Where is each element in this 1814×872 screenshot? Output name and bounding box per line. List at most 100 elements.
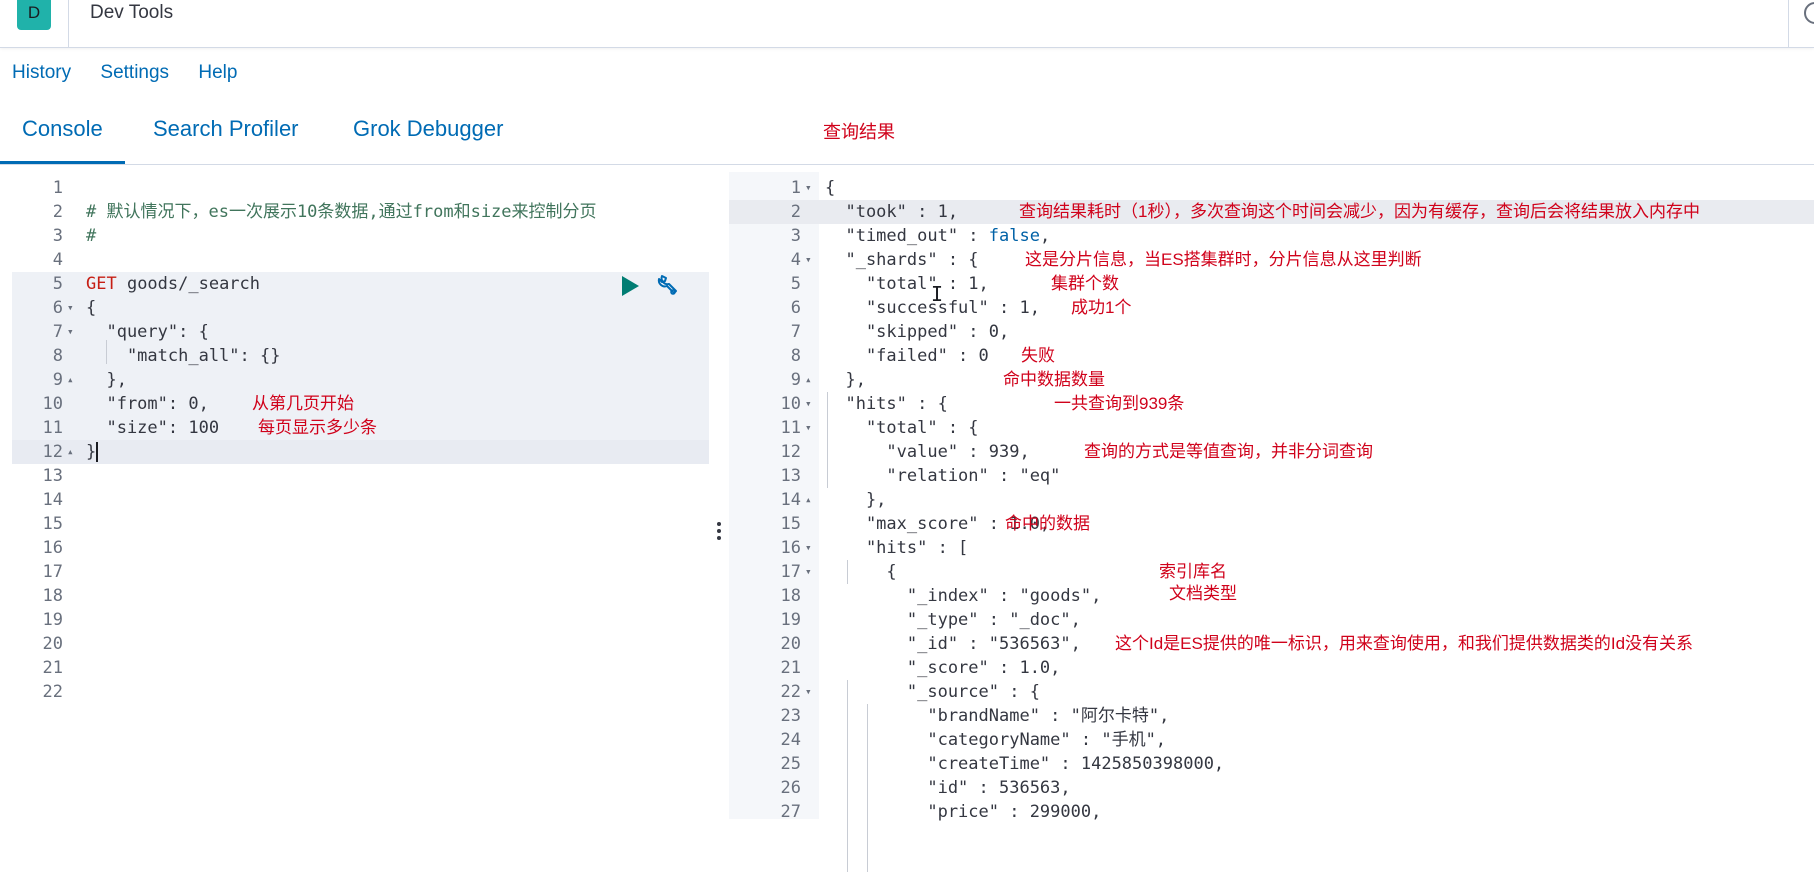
response-line: 18 "_index" : "goods", <box>729 584 1814 608</box>
fold-toggle[interactable]: ▾ <box>805 536 812 560</box>
code-segment: , <box>1039 226 1051 246</box>
response-viewer[interactable]: 1 ▾{2 "took" : 1, 3 "timed_out" : false, 4 ▾… <box>729 172 1814 872</box>
code-segment: }, <box>825 490 887 510</box>
response-line: 10 ▾ "hits" : { <box>729 392 1814 416</box>
send-request-play-icon[interactable] <box>622 276 639 296</box>
code-segment: "_id" : "536563", <box>825 634 1081 654</box>
line-number: 9 <box>790 370 801 390</box>
code-segment: "_source" : { <box>825 682 1040 702</box>
response-line: 5 "total" : 1, <box>729 272 1814 296</box>
pane-resizer[interactable] <box>715 172 723 819</box>
code-segment: "relation" : "eq" <box>825 466 1061 486</box>
code-line: "match_all": {} <box>86 346 281 366</box>
line-number: 3 <box>52 226 63 246</box>
code-text: "value" : 939, <box>825 440 1029 464</box>
tab-grok-debugger[interactable]: Grok Debugger <box>353 116 503 163</box>
line-number: 17 <box>42 562 63 582</box>
line-number: 21 <box>42 658 63 678</box>
code-text: "_index" : "goods", <box>825 584 1101 608</box>
line-number: 14 <box>42 490 63 510</box>
help-icon[interactable] <box>1804 2 1814 24</box>
fold-toggle[interactable]: ▾ <box>805 560 812 584</box>
annotation-from: 从第几页开始 <box>252 394 354 414</box>
code-text: "createTime" : 1425850398000, <box>825 752 1224 776</box>
line-number: 11 <box>42 418 63 438</box>
line-number: 13 <box>42 466 63 486</box>
indent-guide <box>847 680 848 872</box>
code-text: }, <box>825 488 886 512</box>
line-number: 24 <box>780 730 801 750</box>
response-line: 27 "price" : 299000, <box>729 800 1814 824</box>
line-number: 21 <box>780 658 801 678</box>
line-number: 7 <box>790 322 801 342</box>
response-line: 24 "categoryName" : "手机", <box>729 728 1814 752</box>
response-line: 1 ▾ { <box>729 176 1814 200</box>
annotation-failed: 失败 <box>1021 346 1055 365</box>
fold-toggle[interactable]: ▴ <box>805 488 812 512</box>
response-line: 6 "successful" : 1, <box>729 296 1814 320</box>
wrench-icon[interactable] <box>654 272 680 298</box>
response-line: 26 "id" : 536563, <box>729 776 1814 800</box>
code-segment: "timed_out" : <box>825 226 989 246</box>
code-text: "_type" : "_doc", <box>825 608 1081 632</box>
line-number: 9 <box>52 370 63 390</box>
line-number: 2 <box>790 202 801 222</box>
code-segment: "total" : { <box>825 418 979 438</box>
fold-toggle[interactable]: ▾ <box>805 680 812 704</box>
line-number: 19 <box>780 610 801 630</box>
line-number: 4 <box>790 250 801 270</box>
code-segment: { <box>825 178 836 198</box>
response-line: 9 ▴ }, <box>729 368 1814 392</box>
indent-guide <box>867 704 868 872</box>
code-segment: "hits" : { <box>825 394 948 414</box>
fold-toggle[interactable]: ▾ <box>67 296 74 320</box>
annotation-value: 一共查询到939条 <box>1054 394 1185 413</box>
fold-toggle[interactable]: ▾ <box>805 248 812 272</box>
top-bar: D Dev Tools <box>0 0 1814 48</box>
line-number: 5 <box>790 274 801 294</box>
fold-toggle[interactable]: ▴ <box>67 440 74 464</box>
line-number: 1 <box>52 178 63 198</box>
menu-settings[interactable]: Settings <box>100 62 169 83</box>
code-text: "total" : 1, <box>825 272 989 296</box>
fold-toggle[interactable]: ▴ <box>805 368 812 392</box>
code-text: "brandName" : "阿尔卡特", <box>825 704 1169 728</box>
annotation-query-result: 查询结果 <box>823 122 895 142</box>
code-segment: "failed" : 0 <box>825 346 989 366</box>
code-text: "timed_out" : false, <box>825 224 1050 248</box>
annotation-relation: 查询的方式是等值查询，并非分词查询 <box>1084 442 1373 461</box>
line-number: 10 <box>42 394 63 414</box>
line-number: 25 <box>780 754 801 774</box>
code-line: "from": 0, <box>86 394 209 414</box>
fold-toggle[interactable]: ▾ <box>805 392 812 416</box>
code-text: "skipped" : 0, <box>825 320 1009 344</box>
fold-toggle[interactable]: ▾ <box>805 416 812 440</box>
annotation-successful: 成功1个 <box>1071 298 1132 317</box>
line-number: 12 <box>42 442 63 462</box>
code-segment: "hits" : [ <box>825 538 969 558</box>
code-text: "_shards" : { <box>825 248 978 272</box>
space-avatar[interactable]: D <box>17 0 51 30</box>
code-text: "hits" : { <box>825 392 948 416</box>
line-number: 5 <box>52 274 63 294</box>
code-text: "failed" : 0 <box>825 344 989 368</box>
code-text: "_id" : "536563", <box>825 632 1081 656</box>
fold-toggle[interactable]: ▾ <box>805 176 812 200</box>
code-segment: { <box>825 562 897 582</box>
indent-guide <box>106 340 107 364</box>
resize-handle-icon[interactable] <box>717 522 721 542</box>
menu-history[interactable]: History <box>12 62 71 83</box>
tab-search-profiler[interactable]: Search Profiler <box>153 116 299 163</box>
tab-console[interactable]: Console <box>0 116 125 164</box>
line-number: 6 <box>52 298 63 318</box>
annotation-hits: 命中数据数量 <box>1003 370 1105 389</box>
code-text: "relation" : "eq" <box>825 464 1060 488</box>
menu-help[interactable]: Help <box>198 62 237 83</box>
fold-toggle[interactable]: ▾ <box>67 320 74 344</box>
code-line: }, <box>86 370 127 390</box>
request-editor[interactable]: 1 2 # 默认情况下，es一次展示10条数据,通过from和size来控制分页 … <box>12 172 709 819</box>
annotation-index: 索引库名 <box>1159 562 1227 581</box>
line-number: 4 <box>52 250 63 270</box>
code-comment: # <box>86 226 97 246</box>
fold-toggle[interactable]: ▴ <box>67 368 74 392</box>
